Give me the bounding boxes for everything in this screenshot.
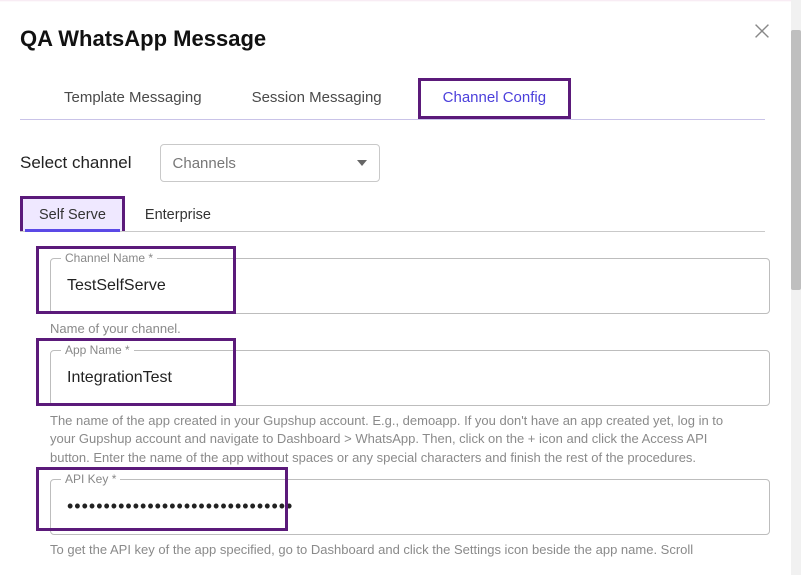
chevron-down-icon bbox=[357, 160, 367, 166]
api-key-hint: To get the API key of the app specified,… bbox=[50, 541, 750, 559]
form-area: Channel Name * Name of your channel. App… bbox=[20, 232, 765, 559]
field-wrap-channel-name: Channel Name * bbox=[50, 258, 765, 314]
tab-template-messaging[interactable]: Template Messaging bbox=[50, 79, 216, 118]
channel-name-field[interactable]: Channel Name * bbox=[50, 258, 770, 314]
modal-qa-whatsapp: QA WhatsApp Message Template Messaging S… bbox=[0, 2, 791, 575]
page-title: QA WhatsApp Message bbox=[20, 26, 765, 52]
tab-channel-config[interactable]: Channel Config bbox=[421, 81, 568, 116]
channel-name-input[interactable] bbox=[65, 276, 755, 296]
subtab-self-serve[interactable]: Self Serve bbox=[25, 201, 120, 232]
sub-tabs: Self Serve Enterprise bbox=[20, 196, 765, 232]
api-key-input[interactable] bbox=[65, 495, 755, 518]
app-name-hint: The name of the app created in your Gups… bbox=[50, 412, 750, 467]
scrollbar-thumb[interactable] bbox=[791, 30, 801, 290]
app-name-input[interactable] bbox=[65, 368, 755, 388]
channels-dropdown-value: Channels bbox=[173, 155, 236, 172]
highlight-self-serve: Self Serve bbox=[20, 196, 125, 231]
app-name-field[interactable]: App Name * bbox=[50, 350, 770, 406]
tab-session-messaging[interactable]: Session Messaging bbox=[238, 79, 396, 118]
close-icon[interactable] bbox=[751, 20, 773, 42]
channel-name-hint: Name of your channel. bbox=[50, 320, 750, 338]
highlight-channel-config: Channel Config bbox=[418, 78, 571, 119]
channel-name-label: Channel Name * bbox=[61, 251, 157, 265]
api-key-label: API Key * bbox=[61, 472, 120, 486]
app-name-label: App Name * bbox=[61, 343, 134, 357]
field-wrap-api-key: API Key * bbox=[50, 479, 765, 535]
scrollbar-track[interactable] bbox=[791, 0, 801, 575]
field-wrap-app-name: App Name * bbox=[50, 350, 765, 406]
main-tabs: Template Messaging Session Messaging Cha… bbox=[20, 78, 765, 120]
select-channel-row: Select channel Channels bbox=[20, 144, 765, 182]
subtab-enterprise[interactable]: Enterprise bbox=[137, 197, 219, 231]
channels-dropdown[interactable]: Channels bbox=[160, 144, 380, 182]
api-key-field[interactable]: API Key * bbox=[50, 479, 770, 535]
select-channel-label: Select channel bbox=[20, 153, 132, 173]
